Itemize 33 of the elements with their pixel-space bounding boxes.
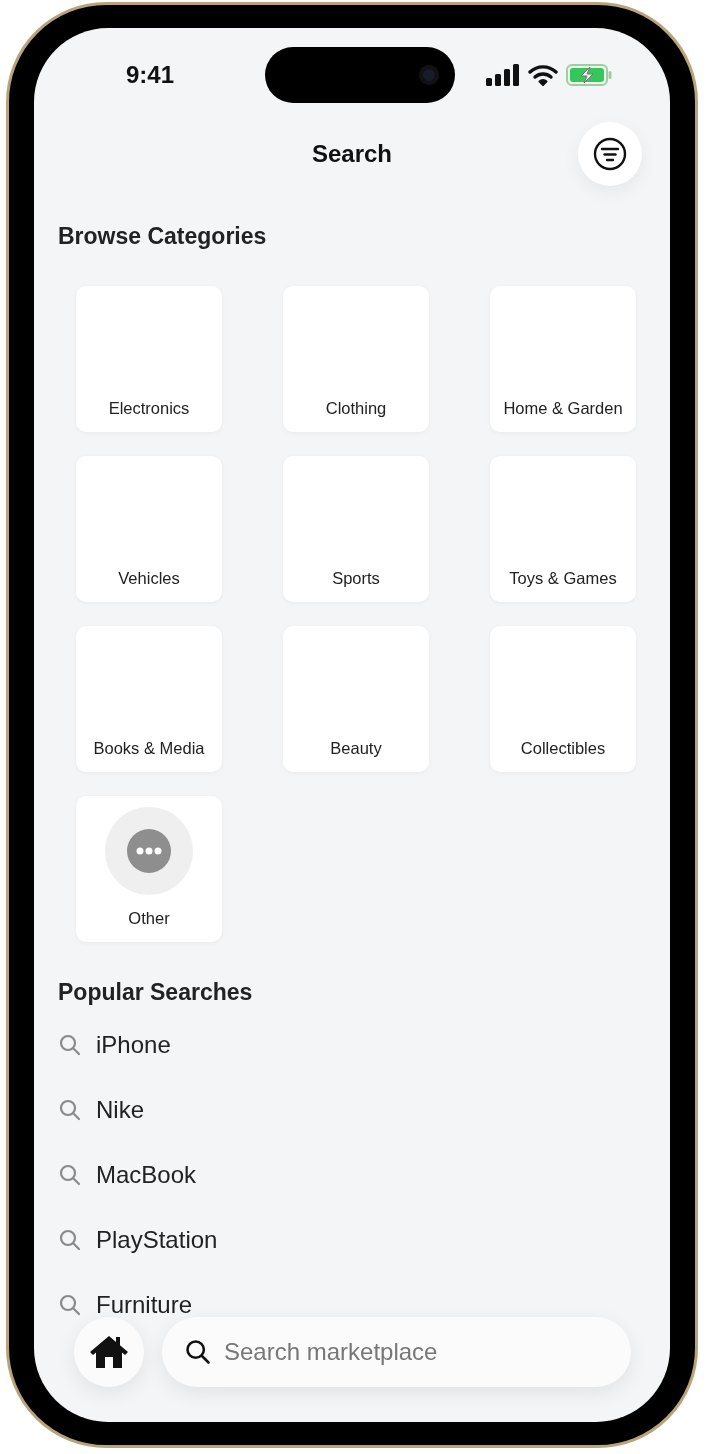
home-icon xyxy=(89,1334,129,1370)
category-card[interactable]: Home & Garden xyxy=(490,286,636,432)
page-title: Search xyxy=(311,140,393,168)
category-card[interactable]: Sports xyxy=(283,456,429,602)
search-field[interactable]: Search marketplace xyxy=(162,1317,631,1387)
category-card[interactable]: Books & Media xyxy=(76,626,222,772)
status-time: 9:41 xyxy=(126,61,175,89)
camera-icon xyxy=(419,65,439,85)
popular-search-link[interactable]: Furniture xyxy=(58,1293,193,1317)
category-card[interactable]: Toys & Games xyxy=(490,456,636,602)
search-icon xyxy=(58,1228,82,1252)
filter-icon xyxy=(593,137,627,171)
popular-search-link[interactable]: iPhone xyxy=(58,1033,171,1057)
category-card[interactable]: Clothing xyxy=(283,286,429,432)
search-icon xyxy=(184,1338,212,1366)
signal-icon xyxy=(486,64,520,86)
category-card[interactable]: Other xyxy=(76,796,222,942)
category-card[interactable]: Vehicles xyxy=(76,456,222,602)
battery-charging-icon xyxy=(566,64,612,86)
popular-search-link[interactable]: PlayStation xyxy=(58,1228,218,1252)
category-card[interactable]: Electronics xyxy=(76,286,222,432)
search-icon xyxy=(58,1163,82,1187)
category-card[interactable]: Beauty xyxy=(283,626,429,772)
popular-search-link[interactable]: Nike xyxy=(58,1098,144,1122)
section-heading: Browse Categories xyxy=(58,222,268,250)
section-heading: Popular Searches xyxy=(58,978,254,1006)
category-card[interactable]: Collectibles xyxy=(490,626,636,772)
more-icon xyxy=(127,829,171,873)
popular-search-link[interactable]: MacBook xyxy=(58,1163,197,1187)
search-icon xyxy=(58,1293,82,1317)
wifi-icon xyxy=(528,64,558,86)
search-icon xyxy=(58,1098,82,1122)
search-icon xyxy=(58,1033,82,1057)
